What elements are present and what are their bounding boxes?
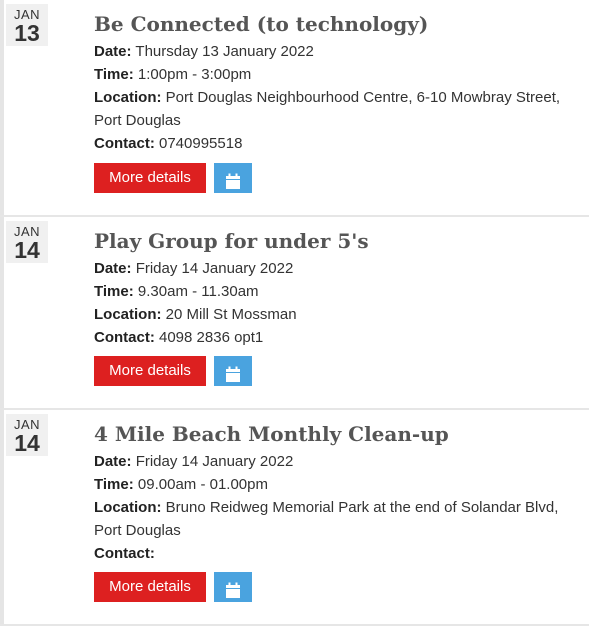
more-details-button[interactable]: More details: [94, 572, 206, 602]
more-details-button[interactable]: More details: [94, 163, 206, 193]
add-to-calendar-button[interactable]: [214, 356, 252, 386]
location-value: 20 Mill St Mossman: [165, 306, 297, 323]
event-location-row: Location: 20 Mill St Mossman: [94, 303, 584, 326]
event-location-row: Location: Port Douglas Neighbourhood Cen…: [94, 86, 584, 132]
event-month: JAN: [13, 7, 41, 22]
event-day: 14: [14, 430, 40, 456]
event-divider: [0, 624, 589, 626]
date-value: Friday 14 January 2022: [135, 453, 294, 470]
event-title[interactable]: Be Connected (to technology): [94, 12, 428, 36]
event-location-row: Location: Bruno Reidweg Memorial Park at…: [94, 496, 584, 542]
event-details: Date: Thursday 13 January 2022 Time: 1:0…: [94, 40, 584, 155]
time-label: Time:: [94, 476, 134, 493]
event-time-row: Time: 9.30am - 11.30am: [94, 280, 584, 303]
date-value: Thursday 13 January 2022: [135, 43, 314, 60]
contact-value: 0740995518: [159, 135, 243, 152]
date-label: Date:: [94, 260, 132, 277]
event-day: 13: [14, 20, 40, 46]
contact-label: Contact:: [94, 545, 155, 562]
event-time-row: Time: 1:00pm - 3:00pm: [94, 63, 584, 86]
date-value: Friday 14 January 2022: [135, 260, 294, 277]
event-details: Date: Friday 14 January 2022 Time: 9.30a…: [94, 257, 584, 349]
time-value: 09.00am - 01.00pm: [137, 476, 268, 493]
add-to-calendar-button[interactable]: [214, 572, 252, 602]
more-details-button[interactable]: More details: [94, 356, 206, 386]
event-time-row: Time: 09.00am - 01.00pm: [94, 473, 584, 496]
event-contact-row: Contact: 4098 2836 opt1: [94, 326, 584, 349]
event-date-badge: JAN 13: [6, 4, 48, 46]
event-date-badge: JAN 14: [6, 414, 48, 456]
calendar-icon: [226, 173, 240, 189]
contact-label: Contact:: [94, 329, 155, 346]
event-contact-row: Contact:: [94, 542, 584, 565]
event-title[interactable]: Play Group for under 5's: [94, 229, 369, 253]
event-date-row: Date: Friday 14 January 2022: [94, 257, 584, 280]
time-label: Time:: [94, 283, 134, 300]
time-value: 1:00pm - 3:00pm: [137, 66, 252, 83]
date-label: Date:: [94, 453, 132, 470]
event-item: JAN 13 Be Connected (to technology) Date…: [0, 0, 589, 216]
event-date-row: Date: Friday 14 January 2022: [94, 450, 584, 473]
event-date-badge: JAN 14: [6, 221, 48, 263]
date-label: Date:: [94, 43, 132, 60]
event-title[interactable]: 4 Mile Beach Monthly Clean-up: [94, 422, 449, 446]
event-item: JAN 14 Play Group for under 5's Date: Fr…: [0, 217, 589, 409]
event-contact-row: Contact: 0740995518: [94, 132, 584, 155]
contact-value: 4098 2836 opt1: [159, 329, 264, 346]
event-item: JAN 14 4 Mile Beach Monthly Clean-up Dat…: [0, 410, 589, 624]
contact-label: Contact:: [94, 135, 155, 152]
location-label: Location:: [94, 89, 162, 106]
event-day: 14: [14, 237, 40, 263]
event-month: JAN: [13, 224, 41, 239]
time-value: 9.30am - 11.30am: [137, 283, 259, 300]
location-label: Location:: [94, 306, 162, 323]
location-value: Port Douglas Neighbourhood Centre, 6-10 …: [94, 89, 561, 129]
calendar-icon: [226, 582, 240, 598]
add-to-calendar-button[interactable]: [214, 163, 252, 193]
time-label: Time:: [94, 66, 134, 83]
event-date-row: Date: Thursday 13 January 2022: [94, 40, 584, 63]
calendar-icon: [226, 366, 240, 382]
event-month: JAN: [13, 417, 41, 432]
location-label: Location:: [94, 499, 162, 516]
location-value: Bruno Reidweg Memorial Park at the end o…: [94, 499, 559, 539]
event-details: Date: Friday 14 January 2022 Time: 09.00…: [94, 450, 584, 565]
